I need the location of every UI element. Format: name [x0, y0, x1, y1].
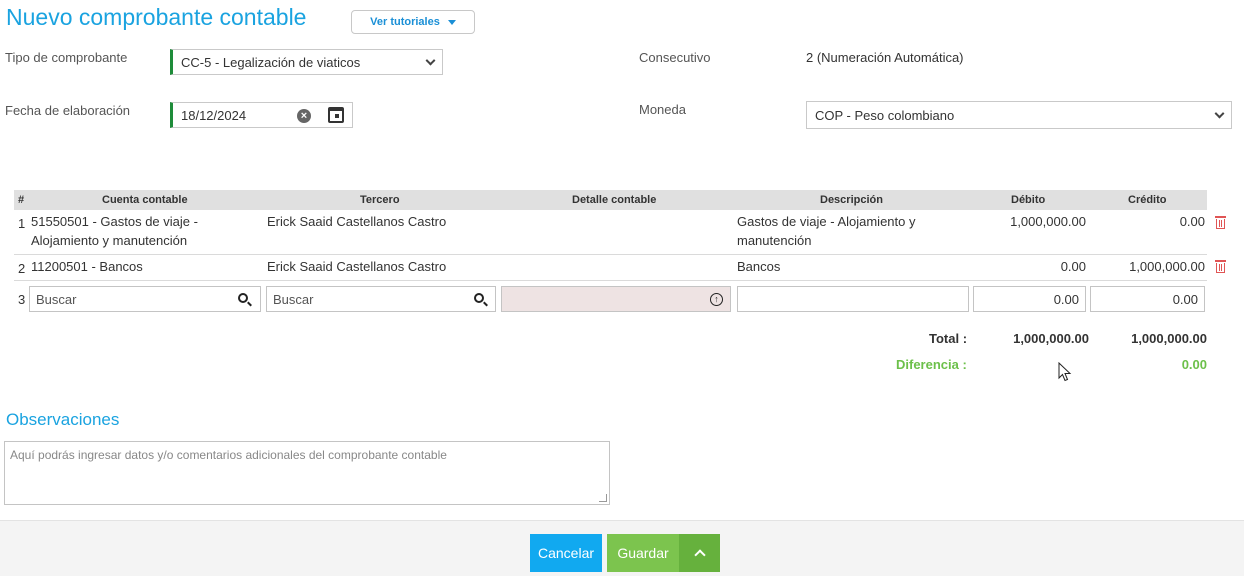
cancel-button[interactable]: Cancelar: [530, 534, 602, 572]
col-tercero: Tercero: [360, 194, 400, 206]
col-cuenta: Cuenta contable: [102, 194, 188, 206]
row-descripcion: Bancos: [737, 259, 781, 274]
moneda-select[interactable]: COP - Peso colombiano: [806, 101, 1232, 129]
row-debito: 1,000,000.00: [1010, 214, 1086, 229]
tipo-select[interactable]: CC-5 - Legalización de viaticos: [170, 49, 443, 75]
credito-input[interactable]: 0.00: [1090, 286, 1205, 312]
calendar-icon[interactable]: [328, 107, 344, 123]
credito-input-value: 0.00: [1172, 291, 1198, 307]
row-descripcion: Gastos de viaje - Alojamiento y: [737, 214, 916, 229]
debito-input-value: 0.00: [1053, 291, 1079, 307]
moneda-label: Moneda: [639, 102, 686, 117]
row-debito: 0.00: [1060, 259, 1086, 274]
row-tercero: Erick Saaid Castellanos Castro: [267, 259, 447, 274]
caret-down-icon: [447, 19, 456, 25]
col-detalle: Detalle contable: [572, 194, 657, 206]
fecha-value: 18/12/2024: [181, 107, 247, 123]
mouse-cursor-icon: [1058, 362, 1072, 382]
row-number: 2: [18, 261, 26, 276]
row-descripcion-cont: manutención: [737, 233, 812, 248]
row-cuenta: 11200501 - Bancos: [31, 259, 143, 274]
tercero-search-input[interactable]: Buscar: [266, 286, 496, 312]
row-tercero: Erick Saaid Castellanos Castro: [267, 214, 447, 229]
diferencia-value: 0.00: [1181, 357, 1207, 372]
row-divider: [14, 254, 1207, 255]
row-credito: 0.00: [1179, 214, 1205, 229]
row-cuenta: 51550501 - Gastos de viaje -: [31, 214, 198, 229]
row-number: 3: [18, 292, 26, 307]
total-debito: 1,000,000.00: [1013, 331, 1089, 346]
save-options-button[interactable]: [679, 534, 720, 572]
col-debito: Débito: [1011, 194, 1046, 206]
consecutivo-label: Consecutivo: [639, 50, 711, 65]
search-icon[interactable]: [238, 293, 248, 303]
trash-icon[interactable]: [1215, 260, 1226, 273]
chevron-up-icon: [693, 549, 706, 561]
table-header: # Cuenta contable Tercero Detalle contab…: [14, 190, 1207, 210]
observaciones-title: Observaciones: [6, 410, 120, 429]
descripcion-input[interactable]: [737, 286, 969, 312]
debito-input[interactable]: 0.00: [973, 286, 1086, 312]
diferencia-label: Diferencia :: [896, 357, 967, 372]
trash-icon[interactable]: [1215, 216, 1226, 229]
consecutivo-value: 2 (Numeración Automática): [806, 50, 964, 65]
cuenta-search-input[interactable]: Buscar: [29, 286, 261, 312]
upload-icon[interactable]: ↑: [710, 293, 723, 306]
chevron-down-icon: [425, 55, 436, 66]
col-num: #: [18, 194, 25, 206]
observaciones-textarea[interactable]: Aquí podrás ingresar datos y/o comentari…: [4, 441, 610, 505]
tipo-value: CC-5 - Legalización de viaticos: [181, 54, 361, 70]
row-divider: [14, 280, 1207, 281]
page-title: Nuevo comprobante contable: [6, 4, 307, 30]
tercero-search-placeholder: Buscar: [273, 291, 314, 307]
clear-icon[interactable]: ×: [297, 109, 311, 123]
fecha-input[interactable]: 18/12/2024 ×: [170, 102, 353, 128]
cuenta-search-placeholder: Buscar: [36, 291, 77, 307]
row-credito: 1,000,000.00: [1129, 259, 1205, 274]
tutorials-label: Ver tutoriales: [370, 16, 440, 28]
chevron-down-icon: [1214, 108, 1225, 119]
fecha-label: Fecha de elaboración: [5, 103, 131, 118]
resize-handle-icon[interactable]: [599, 494, 607, 502]
tipo-label: Tipo de comprobante: [5, 50, 128, 65]
tutorials-button[interactable]: Ver tutoriales: [351, 10, 475, 34]
detalle-input[interactable]: ↑: [501, 286, 731, 312]
col-descripcion: Descripción: [820, 194, 883, 206]
search-icon[interactable]: [474, 293, 484, 303]
save-button[interactable]: Guardar: [607, 534, 679, 572]
total-label: Total :: [929, 331, 968, 346]
row-cuenta-cont: Alojamiento y manutención: [31, 233, 188, 248]
moneda-value: COP - Peso colombiano: [815, 107, 955, 123]
row-number: 1: [18, 216, 26, 231]
col-credito: Crédito: [1128, 194, 1167, 206]
total-credito: 1,000,000.00: [1131, 331, 1207, 346]
observaciones-placeholder: Aquí podrás ingresar datos y/o comentari…: [10, 448, 447, 462]
